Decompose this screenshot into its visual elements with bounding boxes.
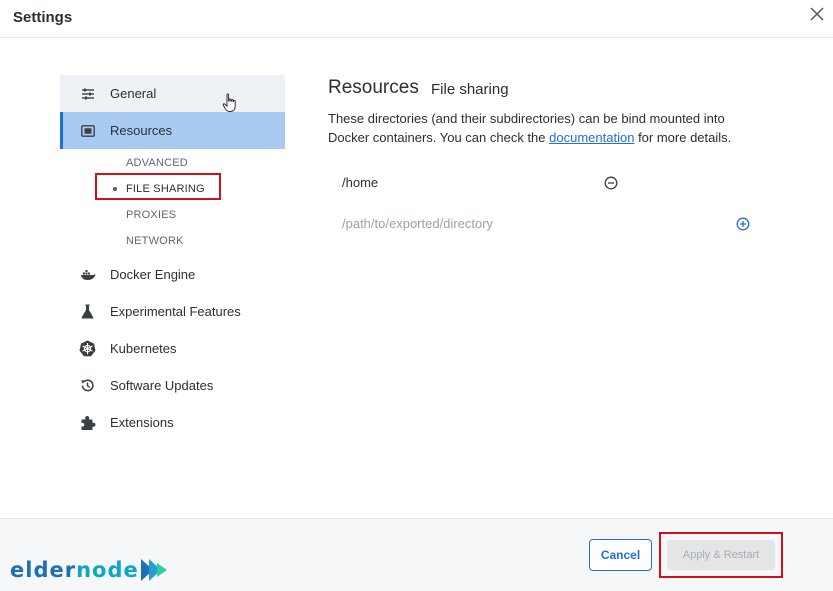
sidebar-item-label: Kubernetes: [110, 341, 177, 356]
description-text-end: for more details.: [638, 130, 732, 145]
hand-cursor-icon: [222, 93, 236, 112]
sidebar-item-label: General: [110, 86, 157, 101]
sidebar-item-extensions[interactable]: Extensions: [60, 404, 285, 441]
close-icon[interactable]: [807, 4, 827, 24]
subnav-proxies[interactable]: PROXIES: [126, 209, 176, 221]
remove-directory-icon[interactable]: [604, 176, 618, 190]
flask-icon: [79, 303, 96, 320]
add-directory-icon[interactable]: [736, 217, 750, 231]
resources-icon: [79, 122, 96, 139]
logo-arrows-icon: [140, 559, 167, 581]
sidebar-item-kubernetes[interactable]: Kubernetes: [60, 330, 285, 367]
sidebar-item-label: Experimental Features: [110, 304, 241, 319]
page-subtitle: File sharing: [431, 81, 509, 98]
subnav-network[interactable]: NETWORK: [126, 235, 184, 247]
file-sharing-panel: Resources File sharing These directories…: [328, 77, 758, 145]
sidebar-item-general[interactable]: General: [60, 75, 285, 112]
sidebar-item-label: Software Updates: [110, 378, 214, 393]
sidebar-item-docker-engine[interactable]: Docker Engine: [60, 256, 285, 293]
history-icon: [79, 377, 96, 394]
shared-directory-item: /home: [342, 175, 379, 190]
logo-text: eldernode: [10, 558, 139, 582]
sliders-icon: [79, 85, 96, 102]
puzzle-icon: [79, 414, 96, 431]
page-description: These directories (and their subdirector…: [328, 109, 758, 147]
resources-subnav: ADVANCED FILE SHARING PROXIES NETWORK: [60, 149, 285, 256]
eldernode-logo: eldernode: [10, 556, 169, 584]
title-bar: Settings: [0, 0, 833, 38]
sidebar-item-experimental-features[interactable]: Experimental Features: [60, 293, 285, 330]
new-directory-input[interactable]: [342, 216, 582, 231]
sidebar-item-resources[interactable]: Resources: [60, 112, 285, 149]
whale-icon: [79, 266, 96, 283]
sidebar-item-label: Extensions: [110, 415, 174, 430]
documentation-link[interactable]: documentation: [549, 130, 634, 145]
page-title: Resources: [328, 77, 419, 98]
apply-button-highlight: [659, 532, 783, 578]
file-sharing-highlight: [95, 173, 221, 200]
settings-sidebar: General Resources ADVANCED FILE SHARING …: [60, 75, 285, 441]
cancel-button[interactable]: Cancel: [589, 539, 652, 571]
window-title: Settings: [13, 9, 73, 26]
subnav-advanced[interactable]: ADVANCED: [126, 157, 188, 169]
sidebar-item-software-updates[interactable]: Software Updates: [60, 367, 285, 404]
sidebar-item-label: Docker Engine: [110, 267, 196, 282]
kubernetes-icon: [79, 340, 96, 357]
sidebar-item-label: Resources: [110, 123, 173, 138]
